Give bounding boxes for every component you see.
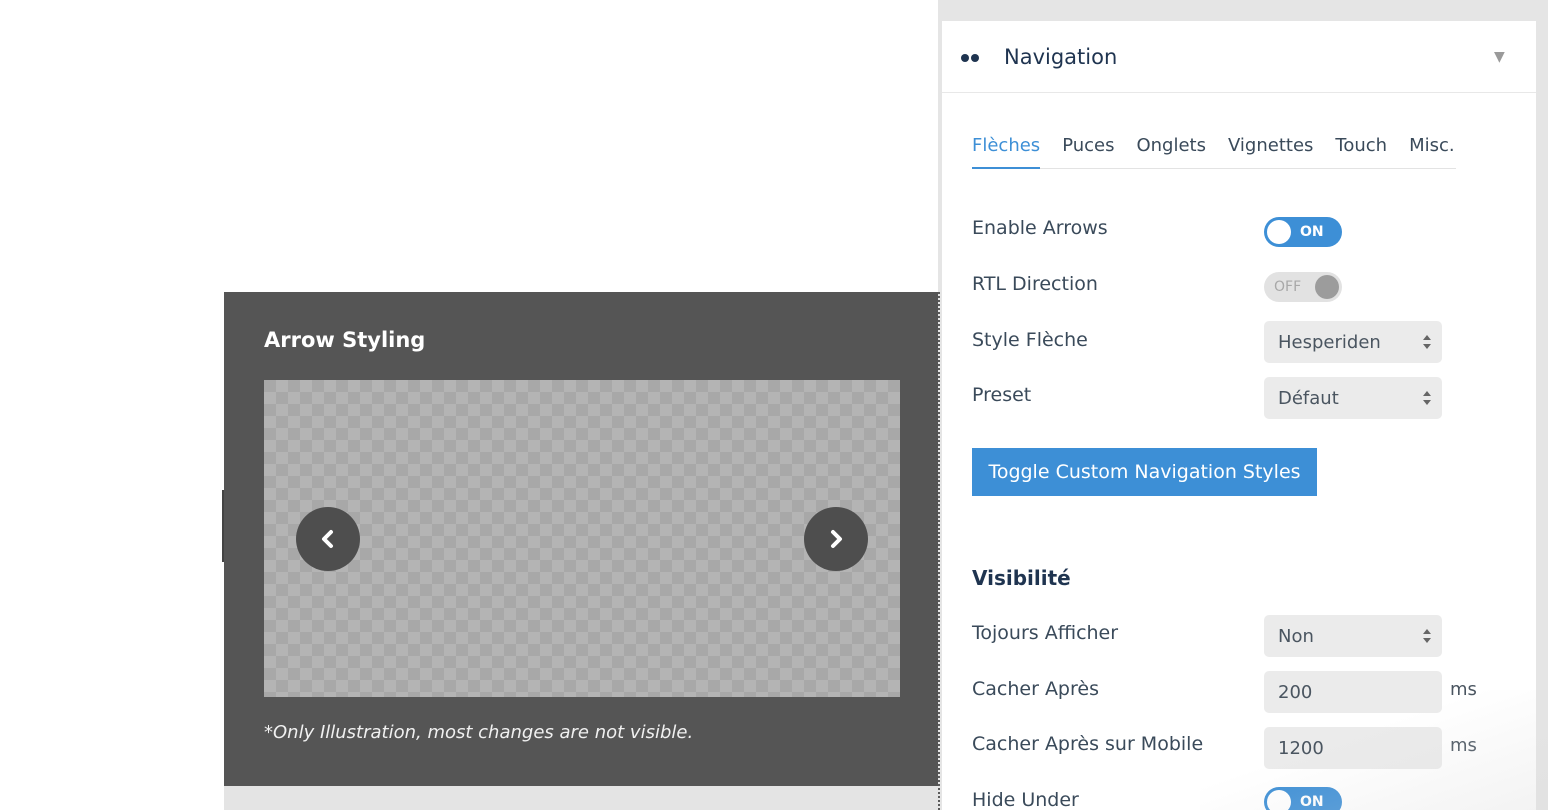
arrow-preview-panel: Arrow Styling *Only Illustration, most c… (224, 292, 940, 786)
preview-title: Arrow Styling (264, 328, 426, 352)
tab-fleches[interactable]: Flèches (972, 131, 1041, 169)
tab-vignettes[interactable]: Vignettes (1228, 131, 1313, 168)
input-value: 1200 (1278, 738, 1324, 759)
tab-puces[interactable]: Puces (1062, 131, 1114, 168)
preset-select[interactable]: Défaut (1264, 377, 1442, 419)
toggle-knob (1315, 275, 1339, 299)
two-dots-icon (961, 54, 979, 62)
toggle-knob (1267, 220, 1291, 244)
toggle-state: ON (1300, 794, 1324, 810)
enable-arrows-toggle[interactable]: ON (1264, 217, 1342, 247)
select-arrows-icon (1423, 391, 1431, 405)
toggle-knob (1267, 790, 1291, 810)
hide-after-input[interactable]: 200 (1264, 671, 1442, 713)
hide-after-mobile-input[interactable]: 1200 (1264, 727, 1442, 769)
tab-touch[interactable]: Touch (1335, 131, 1387, 168)
preset-label: Preset (972, 384, 1032, 406)
navigation-tabs: Flèches Puces Onglets Vignettes Touch Mi… (972, 131, 1456, 169)
hide-under-toggle[interactable]: ON (1264, 787, 1342, 810)
tab-misc[interactable]: Misc. (1409, 131, 1455, 168)
hide-after-mobile-unit: ms (1450, 735, 1477, 756)
arrow-style-select[interactable]: Hesperiden (1264, 321, 1442, 363)
tab-onglets[interactable]: Onglets (1136, 131, 1206, 168)
always-show-select[interactable]: Non (1264, 615, 1442, 657)
preview-note: *Only Illustration, most changes are not… (264, 722, 694, 743)
chevron-right-icon (831, 530, 842, 548)
rtl-direction-toggle[interactable]: OFF (1264, 272, 1342, 302)
enable-arrows-label: Enable Arrows (972, 217, 1108, 239)
rtl-direction-label: RTL Direction (972, 273, 1098, 295)
visibility-section-title: Visibilité (972, 566, 1071, 590)
prev-arrow-button[interactable] (296, 507, 360, 571)
next-arrow-button[interactable] (804, 507, 868, 571)
caret-down-icon[interactable]: ▼ (1494, 49, 1505, 65)
select-arrows-icon (1423, 335, 1431, 349)
hide-after-unit: ms (1450, 679, 1477, 700)
toggle-state: ON (1300, 224, 1324, 240)
hide-under-label: Hide Under (972, 789, 1079, 810)
preview-footer-strip (224, 786, 940, 810)
toggle-state: OFF (1274, 279, 1302, 295)
select-value: Hesperiden (1278, 332, 1381, 353)
always-show-label: Tojours Afficher (972, 622, 1119, 644)
panel-title: Navigation (1004, 45, 1118, 69)
toggle-custom-navigation-styles-button[interactable]: Toggle Custom Navigation Styles (972, 448, 1317, 496)
panel-header[interactable]: Navigation ▼ (942, 21, 1536, 93)
arrow-style-label: Style Flèche (972, 329, 1088, 351)
chevron-left-icon (322, 530, 333, 548)
hide-after-label: Cacher Après (972, 678, 1099, 700)
select-value: Non (1278, 626, 1314, 647)
preview-stage (264, 380, 900, 697)
hide-after-mobile-label: Cacher Après sur Mobile (972, 733, 1204, 755)
select-value: Défaut (1278, 388, 1339, 409)
panel-divider (938, 292, 940, 810)
input-value: 200 (1278, 682, 1313, 703)
navigation-settings-panel: Navigation ▼ Flèches Puces Onglets Vigne… (942, 21, 1536, 810)
select-arrows-icon (1423, 629, 1431, 643)
